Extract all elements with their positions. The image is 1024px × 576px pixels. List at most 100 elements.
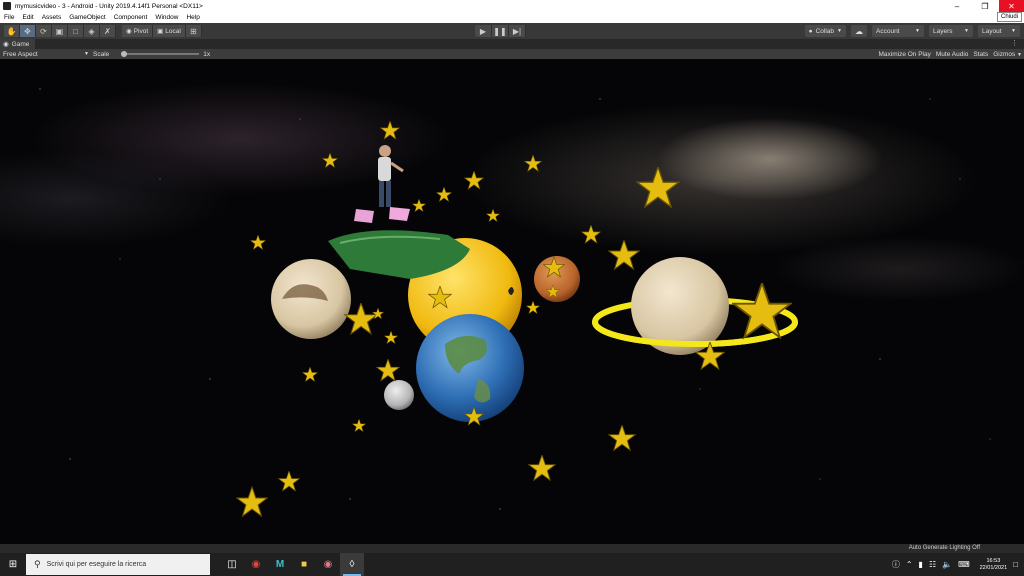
rect-tool-icon[interactable]: □ [68, 25, 84, 37]
scale-slider[interactable] [121, 51, 200, 57]
taskbar-search[interactable]: ⚲ Scrivi qui per eseguire la ricerca [26, 554, 210, 575]
menu-assets[interactable]: Assets [38, 14, 66, 21]
chevron-down-icon: ▼ [1011, 28, 1016, 34]
help-icon[interactable]: ⓘ [892, 559, 900, 570]
account-dropdown[interactable]: Account ▼ [872, 25, 924, 37]
gizmos-dropdown[interactable]: Gizmos ▼ [993, 51, 1022, 58]
clock-date: 22/01/2021 [979, 564, 1008, 571]
local-toggle[interactable]: ▣ Local [153, 25, 186, 37]
menu-bar: File Edit Assets GameObject Component Wi… [0, 12, 1024, 23]
menu-file[interactable]: File [0, 14, 18, 21]
tab-bar: ◉ Game ⋮ [0, 39, 1024, 49]
scale-control: Scale 1x [93, 51, 210, 58]
title-bar: mymusicvideo - 3 - Android - Unity 2019.… [0, 0, 1024, 12]
move-tool-icon[interactable]: ✥ [20, 25, 36, 37]
chevron-down-icon: ▼ [837, 28, 842, 34]
transform-tool-icon[interactable]: ◈ [84, 25, 100, 37]
pivot-toggle[interactable]: ◉ Pivot [122, 25, 154, 37]
chevron-down-icon: ▼ [1017, 51, 1022, 58]
tab-game[interactable]: ◉ Game [0, 39, 36, 49]
pause-icon[interactable]: ❚❚ [492, 25, 509, 37]
scale-value: 1x [203, 50, 211, 58]
account-label: Account [876, 27, 900, 35]
scene-render [39, 88, 991, 517]
character-figure [378, 145, 404, 207]
tab-game-label: Game [11, 40, 30, 48]
menu-help[interactable]: Help [182, 14, 203, 21]
transform-tools: ✋ ✥ ⟳ ▣ □ ◈ ✗ [4, 25, 116, 37]
local-icon: ▣ [157, 28, 164, 35]
menu-gameobject[interactable]: GameObject [65, 14, 110, 21]
cloud-icon[interactable]: ☁ [851, 25, 867, 37]
scale-slider-thumb[interactable] [121, 51, 128, 57]
chevron-down-icon: ▼ [84, 50, 89, 57]
grid-snap-icon[interactable]: ⊞ [186, 25, 202, 37]
local-label: Local [165, 27, 181, 35]
task-view-icon[interactable]: ◫ [220, 553, 244, 576]
collab-icon: ● [808, 27, 813, 35]
minimize-button[interactable]: – [943, 0, 971, 12]
aspect-label: Free Aspect [3, 50, 38, 58]
layout-dropdown[interactable]: Layout ▼ [978, 25, 1020, 37]
custom-tool-icon[interactable]: ✗ [100, 25, 116, 37]
stats-toggle[interactable]: Stats [973, 51, 988, 58]
search-icon: ⚲ [34, 559, 41, 569]
chevron-down-icon: ▼ [964, 28, 969, 34]
search-placeholder: Scrivi qui per eseguire la ricerca [46, 561, 147, 568]
windows-taskbar: ⊞ ⚲ Scrivi qui per eseguire la ricerca ◫… [0, 553, 1024, 576]
collab-label: Collab [815, 27, 835, 35]
system-tray: ⓘ ⌃ ▮ ☷ 🔈 ⌨ 16:53 22/01/2021 □ [892, 553, 1024, 576]
maximize-button[interactable]: ❐ [971, 0, 999, 12]
scale-tool-icon[interactable]: ▣ [52, 25, 68, 37]
notifications-icon[interactable]: □ [1013, 560, 1018, 569]
moon [384, 380, 414, 410]
menu-window[interactable]: Window [151, 14, 182, 21]
chevron-down-icon: ▼ [915, 28, 920, 34]
editor-status-bar: Auto Generate Lighting Off [0, 544, 1024, 553]
game-options-bar: Free Aspect ▼ Scale 1x Maximize On Play M… [0, 49, 1024, 59]
network-icon[interactable]: ☷ [929, 560, 936, 569]
right-toolbar: ● Collab ▼ ☁ Account ▼ Layers ▼ Layout ▼ [804, 25, 1020, 37]
game-view-options: Maximize On Play Mute Audio Stats Gizmos… [878, 49, 1022, 59]
rotate-tool-icon[interactable]: ⟳ [36, 25, 52, 37]
game-viewport[interactable] [0, 59, 1024, 544]
close-button[interactable]: ✕ [999, 0, 1024, 12]
battery-icon[interactable]: ▮ [919, 560, 923, 569]
maximize-on-play-toggle[interactable]: Maximize On Play [878, 51, 930, 58]
play-icon[interactable]: ▶ [475, 25, 492, 37]
window-title: mymusicvideo - 3 - Android - Unity 2019.… [15, 2, 203, 10]
menu-edit[interactable]: Edit [18, 14, 37, 21]
aspect-dropdown[interactable]: Free Aspect ▼ [3, 51, 89, 58]
hand-tool-icon[interactable]: ✋ [4, 25, 20, 37]
planet-earth [416, 314, 524, 422]
scale-label: Scale [93, 50, 110, 58]
menu-component[interactable]: Component [110, 14, 152, 21]
close-tooltip: Chiudi [996, 12, 1022, 22]
planet-jupiter [271, 259, 351, 339]
volume-icon[interactable]: 🔈 [942, 560, 952, 569]
maya-icon[interactable]: M [268, 553, 292, 576]
unity-taskbar-icon[interactable]: ◊ [340, 553, 364, 576]
gizmos-label: Gizmos [993, 50, 1016, 58]
clock-time: 16:53 [986, 557, 1001, 564]
layers-dropdown[interactable]: Layers ▼ [929, 25, 973, 37]
game-icon: ◉ [3, 41, 9, 48]
pivot-group: ◉ Pivot ▣ Local ⊞ [122, 25, 202, 37]
main-toolbar: ✋ ✥ ⟳ ▣ □ ◈ ✗ ◉ Pivot ▣ Local ⊞ ▶ ❚❚ ▶| ● C… [0, 23, 1024, 39]
chrome-icon[interactable]: ◉ [244, 553, 268, 576]
mute-audio-toggle[interactable]: Mute Audio [936, 51, 969, 58]
unity-app-icon [3, 2, 11, 10]
file-explorer-icon[interactable]: ■ [292, 553, 316, 576]
windows-start-icon[interactable]: ⊞ [0, 553, 26, 576]
lighting-status: Auto Generate Lighting Off [908, 545, 980, 551]
taskbar-clock[interactable]: 16:53 22/01/2021 [980, 558, 1008, 572]
keyboard-icon[interactable]: ⌨ [958, 560, 970, 569]
layers-label: Layers [933, 27, 953, 35]
more-options-icon[interactable]: ⋮ [1011, 39, 1018, 47]
step-icon[interactable]: ▶| [509, 25, 526, 37]
collab-dropdown[interactable]: ● Collab ▼ [804, 25, 846, 37]
paint-icon[interactable]: ◉ [316, 553, 340, 576]
chevron-up-icon[interactable]: ⌃ [906, 560, 913, 569]
planet-mars [534, 256, 580, 302]
pivot-icon: ◉ [126, 28, 132, 35]
